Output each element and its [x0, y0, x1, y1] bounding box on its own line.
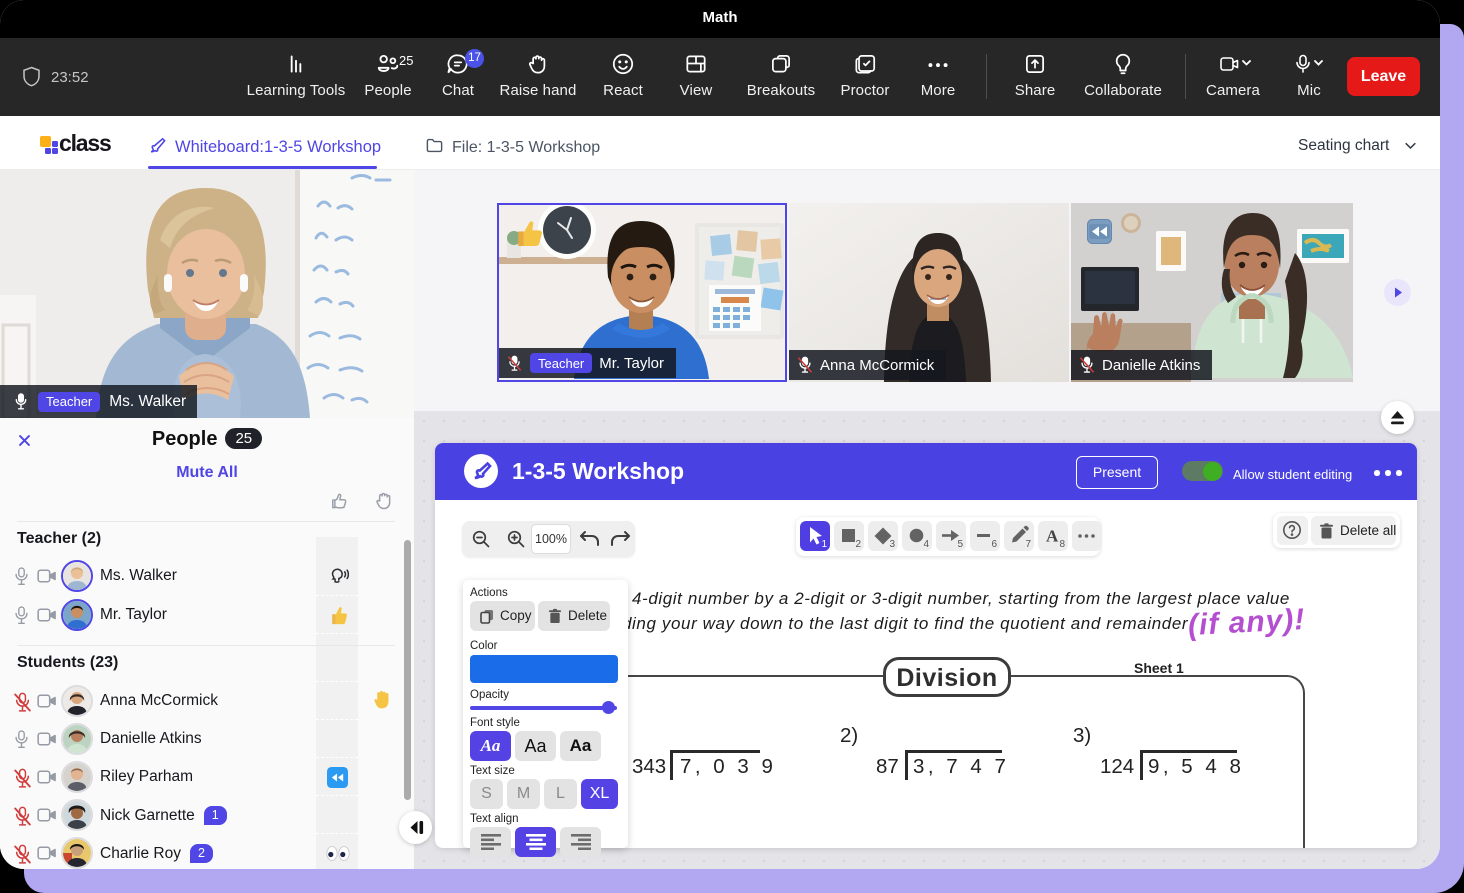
- svg-text:A: A: [1046, 527, 1059, 546]
